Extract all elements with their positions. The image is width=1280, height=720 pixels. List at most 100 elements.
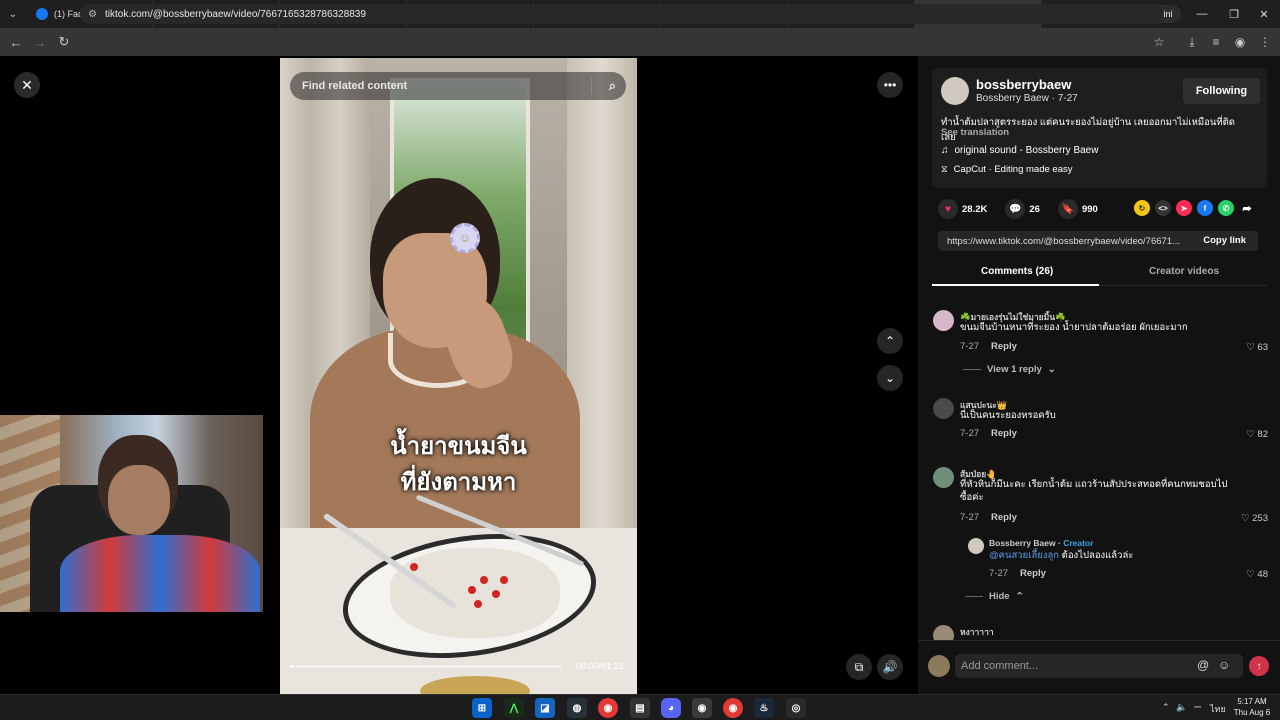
comment-likes[interactable]: ♡ 82 [1246, 429, 1268, 440]
tab-creator-videos[interactable]: Creator videos [1149, 266, 1219, 277]
reply-button[interactable]: Reply [991, 341, 1017, 352]
tray-chevron-icon[interactable]: ⌃ [1162, 702, 1170, 713]
author-avatar[interactable] [941, 77, 969, 105]
reply-like-count: 48 [1257, 569, 1268, 580]
comment-text: นี่เป็นคนระยองหรอครับ [960, 410, 1056, 421]
system-clock[interactable]: 5:17 AM Thu Aug 6 [1228, 696, 1276, 718]
video-frame-hair-clip: ☺ [450, 223, 480, 253]
see-translation-link[interactable]: See translation [941, 127, 1009, 138]
comment-avatar[interactable] [933, 398, 954, 419]
embed-icon[interactable]: <> [1155, 200, 1171, 216]
close-video-button[interactable]: ✕ [14, 72, 40, 98]
reply-mention[interactable]: @คนสวยเลี้ยงลูก [989, 550, 1059, 561]
copy-link-button[interactable]: Copy link [1203, 235, 1246, 246]
reply-button[interactable]: Reply [991, 512, 1017, 523]
tab-comments[interactable]: Comments (26) [981, 266, 1053, 277]
heart-icon[interactable]: ♥ [938, 199, 958, 219]
close-window-icon[interactable]: ✕ [1248, 0, 1280, 28]
video-link-text: https://www.tiktok.com/@bossberrybaew/vi… [947, 235, 1181, 247]
original-sound-link[interactable]: ♫ original sound - Bossberry Baew [941, 145, 1098, 156]
comment-likes[interactable]: ♡ 63 [1246, 342, 1268, 353]
hide-replies-button[interactable]: Hide ⌃ [965, 591, 1024, 602]
tray-audio-icon[interactable]: 🔈 [1176, 702, 1187, 713]
volume-button[interactable]: 🔊 [877, 654, 903, 680]
share-arrow-icon[interactable]: ➦ [1239, 200, 1255, 216]
video-progress-fill [290, 665, 293, 668]
more-dots-icon: ••• [883, 78, 897, 92]
url-field[interactable]: ⚙ tiktok.com/@bossberrybaew/video/766716… [80, 4, 1164, 24]
reply-date: 7-27 [989, 568, 1009, 579]
app-icon[interactable]: ◪ [535, 698, 555, 718]
browser-menu-icon[interactable]: ⋮ [1254, 28, 1276, 56]
obs-icon[interactable]: ◎ [786, 698, 806, 718]
facebook-share-icon[interactable]: f [1197, 200, 1213, 216]
chrome-icon[interactable]: ◉ [692, 698, 712, 718]
send-to-friends-icon[interactable]: ➤ [1176, 200, 1192, 216]
reply-avatar[interactable] [968, 538, 984, 554]
video-frame-chili [468, 586, 476, 594]
video-progress-bar[interactable] [290, 665, 562, 668]
bookmark-icon[interactable]: 🔖 [1057, 199, 1078, 219]
reply-author-name: Bossberry Baew [989, 538, 1056, 548]
back-icon[interactable]: ← [4, 30, 28, 54]
emoji-icon[interactable]: ☺ [1218, 658, 1230, 672]
mention-icon[interactable]: @ [1197, 658, 1209, 672]
comment-avatar[interactable] [933, 310, 954, 331]
find-related-search[interactable]: Find related content ⌕ [290, 72, 626, 100]
following-button[interactable]: Following [1183, 78, 1260, 104]
tray-language[interactable]: ไทย [1210, 702, 1226, 716]
video-player[interactable]: ☺ น้ำยาขนมจีน ที่ยังตามหา Find related c… [280, 58, 637, 694]
view-replies-button[interactable]: View 1 reply ⌄ [963, 364, 1056, 375]
tray-network-icon[interactable]: ⎓ [1194, 702, 1201, 713]
reading-list-icon[interactable]: ≡ [1205, 28, 1227, 56]
hide-label: Hide [989, 591, 1010, 602]
comment-likes[interactable]: ♡ 253 [1241, 513, 1268, 524]
author-username[interactable]: bossberrybaew [976, 77, 1071, 92]
clock-time: 5:17 AM [1237, 697, 1267, 706]
chrome-icon[interactable]: ◉ [723, 698, 743, 718]
reload-icon[interactable]: ↻ [52, 30, 76, 54]
video-link-box: https://www.tiktok.com/@bossberrybaew/vi… [938, 231, 1258, 251]
chrome-icon[interactable]: ◉ [598, 698, 618, 718]
next-video-button[interactable]: ⌄ [877, 365, 903, 391]
add-comment-input[interactable]: Add comment... @ ☺ [955, 654, 1243, 678]
chevron-up-icon: ⌃ [1015, 591, 1024, 602]
reply-body: ต้องไปลองแล้วล่ะ [1059, 550, 1134, 561]
comment-date: 7-27 [960, 341, 980, 352]
comment-author[interactable]: หงาาาาา [960, 625, 994, 639]
repost-icon[interactable]: ↻ [1134, 200, 1150, 216]
comment-item: แสนปะนะ👑 นี่เป็นคนระยองหรอครับ 7-27 Reply… [918, 398, 1280, 448]
search-icon[interactable]: ⌕ [609, 78, 616, 94]
maximize-icon[interactable]: ❐ [1218, 0, 1250, 28]
more-options-button[interactable]: ••• [877, 72, 903, 98]
forward-icon[interactable]: → [28, 30, 52, 54]
reply-likes[interactable]: ♡ 48 [1246, 569, 1268, 580]
pip-button[interactable]: ⧉ [846, 654, 872, 680]
app-icon[interactable]: ◍ [567, 698, 587, 718]
webcam-overlay [0, 415, 263, 612]
reply-button[interactable]: Reply [1020, 568, 1046, 579]
reply-button[interactable]: Reply [991, 428, 1017, 439]
steam-icon[interactable]: ♨ [754, 698, 774, 718]
capcut-link[interactable]: ⧖ CapCut · Editing made easy [941, 164, 1072, 175]
site-info-icon[interactable]: ⚙ [88, 9, 97, 20]
comment-icon[interactable]: 💬 [1005, 199, 1026, 219]
comment-date: 7-27 [960, 428, 980, 439]
windows-start-icon[interactable]: ⊞ [472, 698, 492, 718]
discord-icon[interactable]: ◕ [661, 698, 681, 718]
comment-avatar[interactable] [933, 625, 954, 640]
tab-search-chevron-icon[interactable]: ⌄ [0, 0, 26, 28]
profile-avatar-icon[interactable]: ◉ [1229, 28, 1251, 56]
comment-avatar[interactable] [933, 467, 954, 488]
app-icon[interactable]: ⋀ [504, 698, 524, 718]
video-frame-chili [474, 600, 482, 608]
app-icon[interactable]: ▤ [630, 698, 650, 718]
previous-video-button[interactable]: ⌃ [877, 328, 903, 354]
reply-author[interactable]: Bossberry Baew · Creator [989, 538, 1093, 548]
download-icon[interactable]: ⤓ [1181, 28, 1203, 56]
bookmark-star-icon[interactable]: ☆ [1148, 28, 1170, 56]
close-icon: ✕ [21, 76, 33, 93]
post-comment-button[interactable]: ↑ [1249, 656, 1269, 676]
minimize-icon[interactable]: — [1186, 0, 1218, 28]
whatsapp-share-icon[interactable]: ✆ [1218, 200, 1234, 216]
